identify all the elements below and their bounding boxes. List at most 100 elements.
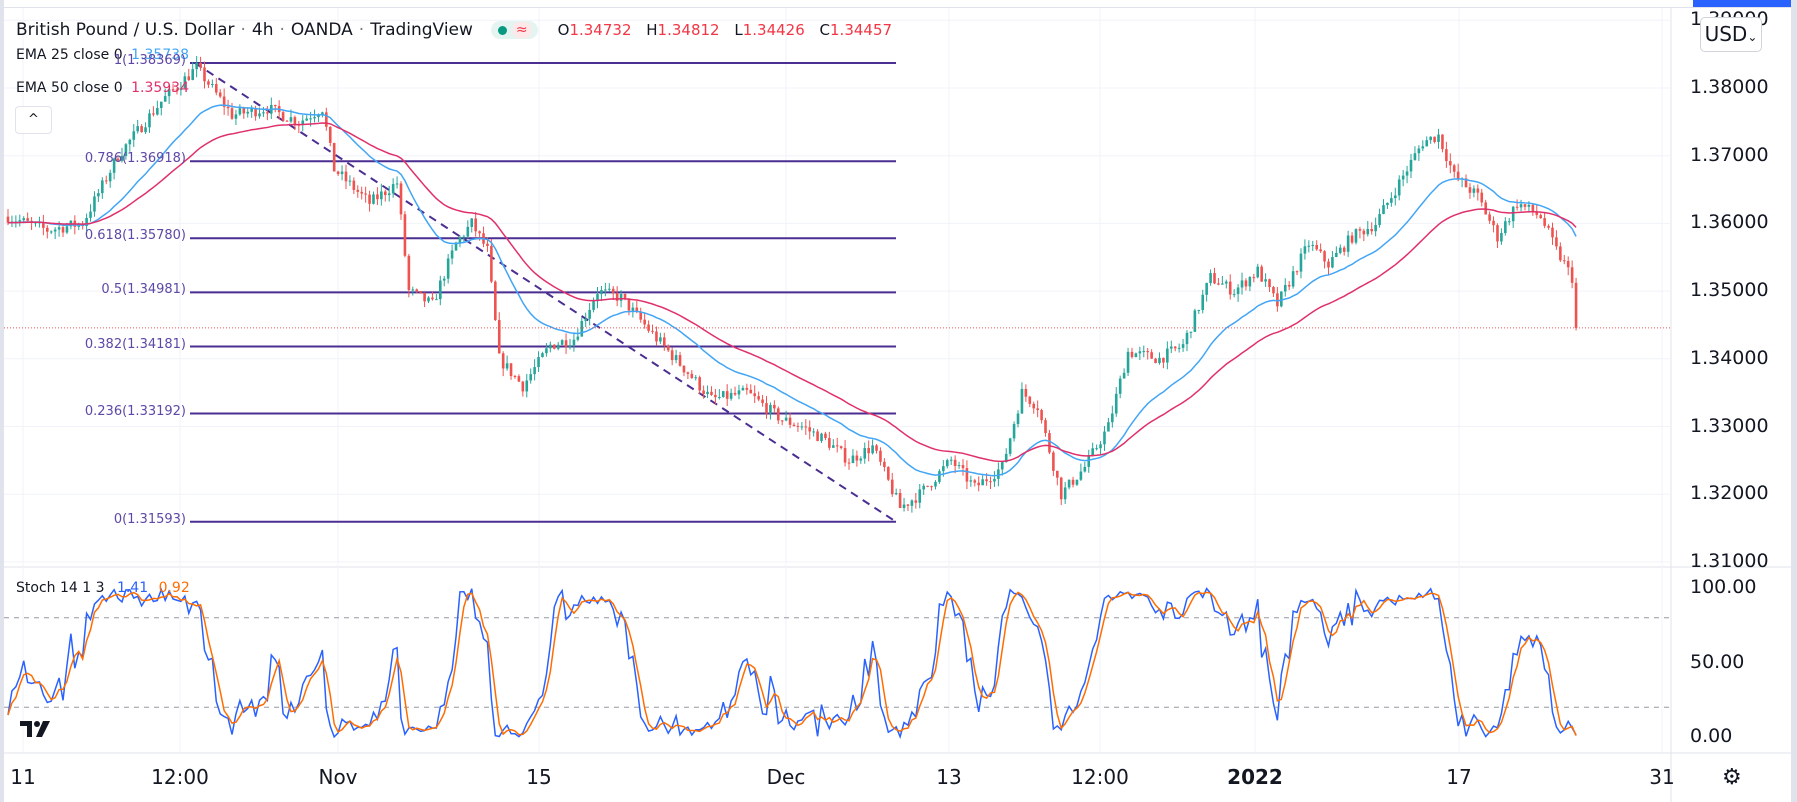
open-value: 1.34732 — [569, 21, 632, 39]
candle — [1268, 278, 1271, 292]
candle-body — [1240, 280, 1244, 288]
candle — [859, 456, 863, 464]
candle — [403, 211, 407, 258]
candle-body — [1441, 134, 1444, 150]
candle-body — [1071, 479, 1075, 485]
fib-level-label: 0.618(1.35780) — [84, 228, 186, 244]
stoch-label: Stoch 14 1 3 — [16, 580, 105, 596]
candle-body — [741, 387, 745, 391]
candle-body — [490, 246, 493, 282]
candle — [733, 386, 737, 396]
stoch-legend[interactable]: Stoch 14 1 3 1.41 0.92 — [16, 580, 190, 596]
candle-body — [780, 420, 784, 422]
candle-body — [631, 307, 635, 311]
candle-body — [372, 194, 375, 204]
candle-body — [1574, 282, 1578, 328]
candle-body — [214, 84, 218, 93]
candle-body — [1276, 293, 1279, 307]
collapse-legend-button[interactable]: ^ — [15, 106, 52, 134]
candle-body — [352, 180, 356, 190]
candle — [922, 483, 925, 495]
candle — [694, 374, 698, 381]
candle-body — [494, 281, 497, 321]
candle — [140, 124, 143, 133]
candle — [1236, 284, 1240, 302]
candle — [1468, 183, 1472, 199]
market-status[interactable]: ≈ — [490, 21, 538, 39]
candle — [875, 444, 878, 454]
ema50-legend[interactable]: EMA 50 close 0 1.35934 — [16, 80, 189, 96]
candle — [973, 478, 977, 487]
currency-dropdown[interactable]: USD⌄ — [1700, 17, 1762, 52]
candle — [1283, 278, 1287, 297]
candle-body — [918, 489, 922, 503]
candle-body — [545, 348, 548, 354]
candle-body — [926, 485, 929, 487]
candle-body — [733, 392, 737, 395]
candle — [1169, 340, 1173, 354]
candle — [344, 164, 348, 190]
interval[interactable]: 4h — [252, 20, 274, 40]
candle-body — [997, 469, 1000, 479]
candle-body — [195, 63, 198, 70]
candle-body — [1044, 420, 1047, 434]
candle — [226, 99, 230, 116]
price-chart[interactable] — [0, 0, 1797, 802]
candle-body — [1291, 271, 1295, 287]
candle-body — [808, 427, 812, 432]
candle — [843, 440, 847, 467]
candle-body — [1248, 277, 1252, 287]
candle-body — [1067, 479, 1071, 488]
candle-body — [729, 392, 733, 399]
candle — [1484, 199, 1487, 215]
fib-level-label: 0.5(1.34981) — [101, 282, 186, 298]
candle-body — [835, 445, 839, 447]
candle-body — [49, 231, 53, 233]
candle-body — [1425, 140, 1429, 147]
candle — [1445, 141, 1448, 168]
candle — [572, 332, 576, 352]
candle — [1338, 244, 1342, 255]
candle-body — [737, 390, 741, 395]
chart-header: British Pound / U.S. Dollar · 4h · OANDA… — [16, 20, 902, 40]
candle — [729, 388, 733, 401]
candle-body — [525, 380, 529, 392]
candle — [824, 431, 827, 441]
settings-gear-icon[interactable]: ⚙ — [1722, 765, 1742, 790]
candle — [851, 449, 855, 464]
candle — [525, 373, 529, 398]
candle-body — [368, 194, 371, 204]
candle — [930, 485, 933, 491]
candle — [207, 79, 210, 89]
candle — [195, 56, 198, 78]
candle — [1185, 330, 1189, 352]
candle-body — [564, 340, 568, 347]
candle-body — [930, 486, 933, 488]
close-label: C — [819, 21, 831, 39]
candle-body — [1496, 225, 1499, 242]
candle-body — [1256, 266, 1260, 278]
candle-body — [942, 466, 945, 472]
candle-body — [1307, 245, 1311, 247]
candle — [246, 107, 250, 118]
candle — [1362, 228, 1366, 242]
candle-body — [108, 172, 112, 182]
symbol-name[interactable]: British Pound / U.S. Dollar — [16, 20, 235, 40]
candle-body — [226, 106, 230, 109]
candle — [364, 186, 367, 203]
candle-body — [258, 113, 261, 117]
candle-body — [1126, 351, 1130, 373]
candle — [211, 79, 214, 88]
candle — [627, 298, 631, 316]
candle — [505, 355, 509, 371]
candle — [816, 429, 819, 442]
candle — [152, 106, 155, 117]
candle-body — [1370, 229, 1374, 232]
candle-body — [156, 107, 159, 115]
candle — [1114, 387, 1118, 417]
tradingview-logo[interactable] — [20, 719, 52, 744]
time-tick-label: Dec — [766, 765, 806, 789]
candle-body — [1358, 229, 1362, 231]
candle — [655, 326, 658, 346]
candle — [670, 347, 674, 366]
